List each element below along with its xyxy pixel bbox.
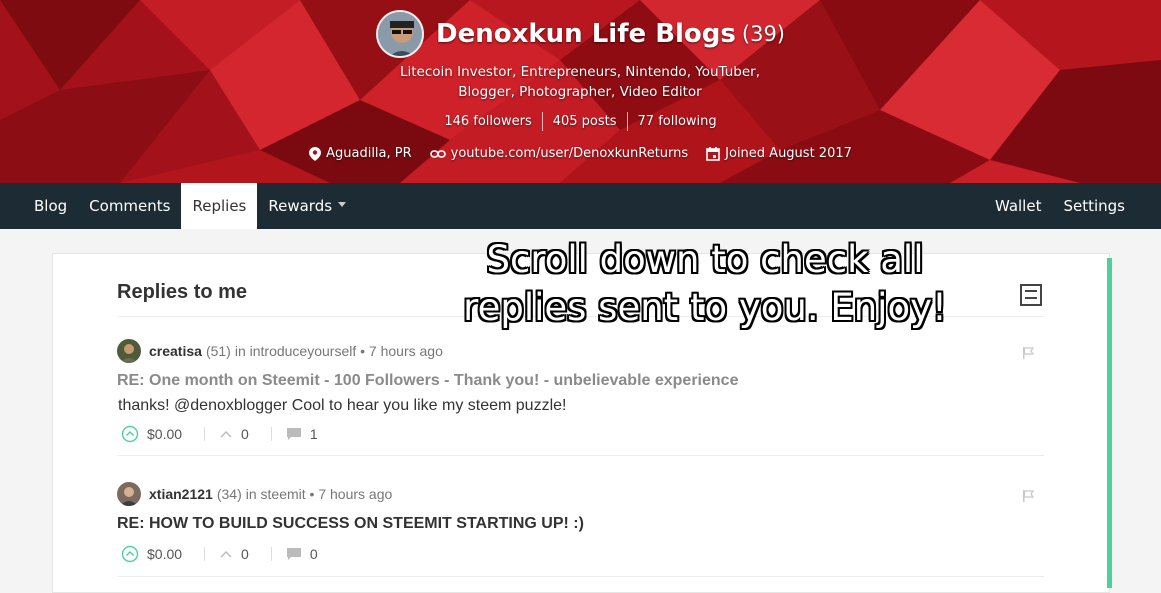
reply-payout[interactable]: $0.00 [147,546,182,562]
divider [204,427,206,441]
reply-author-reputation: (51) [205,343,231,359]
profile-about: Litecoin Investor, Entrepreneurs, Ninten… [399,64,761,100]
divider [270,427,272,441]
reply-author[interactable]: creatisa [149,343,202,359]
profile-stats: 146 followers 405 posts 77 following [0,112,1161,131]
divider [117,576,1044,577]
tab-rewards-label: Rewards [268,197,333,215]
scroll-accent-bar [1107,258,1112,588]
followers-link[interactable]: 146 followers [434,112,541,131]
tab-blog[interactable]: Blog [23,183,78,229]
reply-context[interactable]: in steemit • 7 hours ago [246,486,393,502]
comment-icon [286,548,301,560]
profile-avatar[interactable] [376,10,424,58]
tab-replies[interactable]: Replies [181,183,258,229]
divider [270,547,272,561]
divider [204,547,206,561]
divider [117,455,1044,456]
comment-icon [286,428,301,440]
flag-icon[interactable] [1023,490,1034,502]
reply-votes[interactable]: 0 [241,426,249,442]
overlay-caption: Scroll down to check all replies sent to… [463,238,947,329]
profile-location: Aguadilla, PR [326,146,412,161]
following-link[interactable]: 77 following [626,112,727,131]
profile-joined: Joined August 2017 [725,146,852,161]
flag-icon[interactable] [1023,347,1034,359]
profile-banner: Denoxkun Life Blogs (39) Litecoin Invest… [0,0,1161,183]
profile-nav: Blog Comments Replies Rewards Wallet Set… [0,183,1161,229]
profile-name: Denoxkun Life Blogs [436,19,736,49]
tab-rewards[interactable]: Rewards [257,183,357,229]
reply-body: thanks! @denoxblogger Cool to hear you l… [118,397,567,414]
reply-author[interactable]: xtian2121 [149,486,213,502]
profile-meta: Aguadilla, PR youtube.com/user/DenoxkunR… [0,146,1161,161]
reply-context[interactable]: in introduceyourself • 7 hours ago [235,343,443,359]
reply-votes[interactable]: 0 [241,546,249,562]
location-icon [309,146,322,161]
avatar[interactable] [117,339,141,363]
profile-website-link[interactable]: youtube.com/user/DenoxkunReturns [451,146,689,161]
upvote-icon[interactable] [121,425,139,443]
tab-wallet[interactable]: Wallet [984,183,1053,229]
reply-author-reputation: (34) [216,486,242,502]
vote-count-icon [220,551,232,558]
reply-comments[interactable]: 1 [310,426,318,442]
page-title: Replies to me [117,281,248,303]
reply-title-link[interactable]: RE: HOW TO BUILD SUCCESS ON STEEMIT STAR… [117,515,584,533]
layout-toggle-icon[interactable] [1020,284,1042,306]
reply-comments[interactable]: 0 [310,546,318,562]
calendar-icon [706,146,720,161]
link-icon [429,149,446,158]
avatar[interactable] [117,482,141,506]
tab-settings[interactable]: Settings [1052,183,1136,229]
chevron-down-icon [338,201,347,207]
reply-title-link[interactable]: RE: One month on Steemit - 100 Followers… [117,372,738,390]
reply-payout[interactable]: $0.00 [147,426,182,442]
upvote-icon[interactable] [121,545,139,563]
vote-count-icon [220,431,232,438]
profile-reputation: (39) [741,22,785,46]
posts-link[interactable]: 405 posts [541,112,627,131]
tab-comments[interactable]: Comments [78,183,181,229]
